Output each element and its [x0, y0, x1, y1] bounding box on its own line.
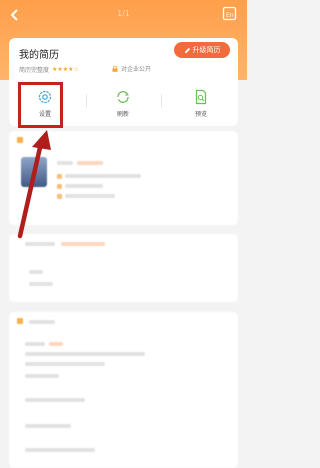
pointer-arrow — [17, 130, 51, 239]
screen: 1/1 En 我的简历 升级简历 简历完整度 ★★★★☆ 对企业公开 设置 刷新… — [0, 0, 247, 468]
